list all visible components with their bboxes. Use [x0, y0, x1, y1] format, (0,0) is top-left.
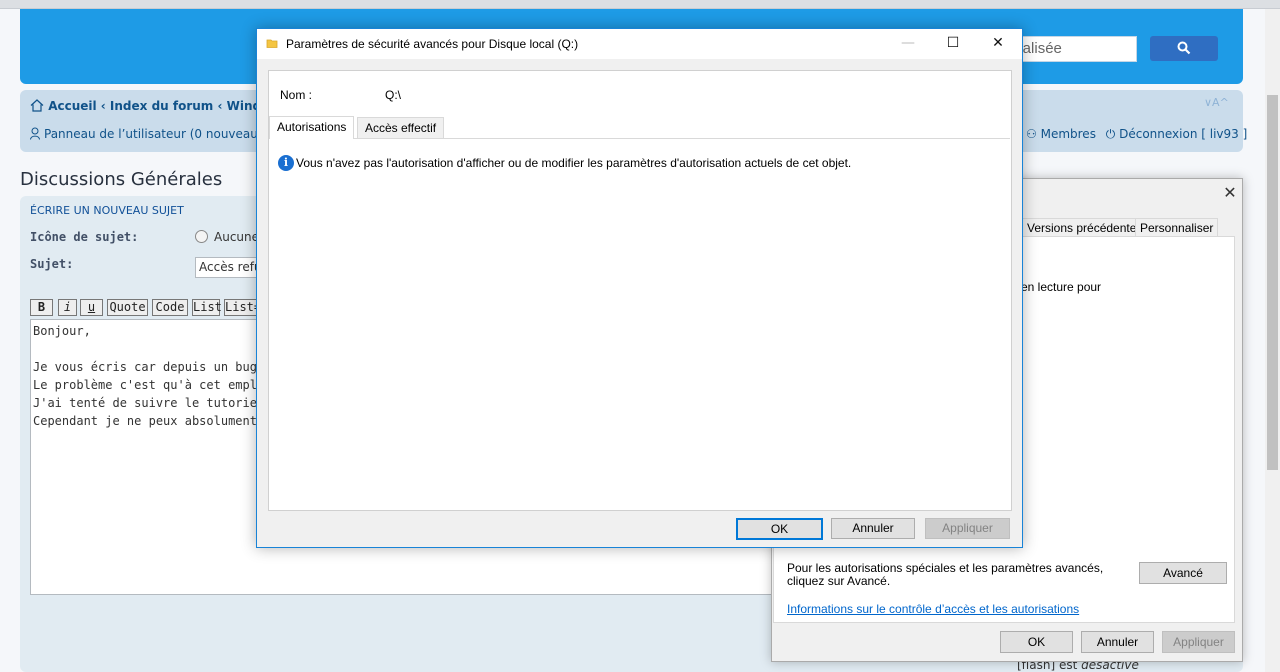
editor-line: Le problème c'est qu'à cet emplaceme: [33, 378, 294, 392]
maximize-icon: ☐: [946, 35, 960, 51]
editor-line: Bonjour,: [33, 324, 91, 338]
advanced-button[interactable]: Avancé: [1139, 562, 1227, 584]
tab-customize[interactable]: Personnaliser: [1135, 218, 1219, 237]
properties-apply-button[interactable]: Appliquer: [1162, 631, 1235, 653]
name-value: Q:\: [385, 88, 402, 102]
bbcode-italic-button[interactable]: i: [58, 299, 77, 316]
usermenu-right: ⚇ Membres ⏻ Déconnexion [ liv93 ]: [1026, 127, 1247, 142]
tab-effective-access[interactable]: Accès effectif: [357, 117, 445, 138]
advanced-ok-button[interactable]: OK: [736, 518, 823, 540]
advanced-security-title: Paramètres de sécurité avancés pour Disq…: [286, 37, 579, 51]
advanced-hint-text: Pour les autorisations spéciales et les …: [787, 561, 1104, 588]
post-form-legend: ÉCRIRE UN NOUVEAU SUJET: [30, 204, 184, 217]
subject-label: Sujet:: [30, 257, 74, 271]
topic-icon-radio-none[interactable]: [195, 230, 208, 243]
topic-icon-radio-label: Aucune: [214, 230, 260, 244]
properties-close-button[interactable]: ✕: [1220, 183, 1240, 203]
members-icon: ⚇: [1026, 127, 1037, 141]
bbcode-quote-button[interactable]: Quote: [107, 299, 148, 316]
no-permission-message: Vous n'avez pas l'autorisation d'affiche…: [296, 156, 852, 170]
user-icon: [30, 127, 40, 140]
home-icon: [30, 99, 44, 112]
topic-icon-label: Icône de sujet:: [30, 230, 139, 244]
maximize-button[interactable]: ☐: [930, 29, 976, 58]
close-icon: ✕: [992, 35, 1004, 51]
bbcode-list-button[interactable]: List: [192, 299, 222, 316]
access-control-info-link[interactable]: Informations sur le contrôle d’accès et …: [787, 602, 1079, 616]
page-scrollbar-thumb[interactable]: [1267, 95, 1278, 470]
properties-ok-button[interactable]: OK: [1000, 631, 1073, 653]
browser-top-strip: [0, 0, 1280, 9]
logout-link[interactable]: Déconnexion [ liv93 ]: [1119, 127, 1247, 141]
bbcode-underline-button[interactable]: u: [80, 299, 103, 316]
page-title: Discussions Générales: [20, 169, 223, 190]
search-icon: [1177, 41, 1191, 55]
tab-previous-versions[interactable]: Versions précédentes: [1022, 218, 1148, 237]
tab-permissions[interactable]: Autorisations: [269, 116, 355, 139]
name-label: Nom :: [280, 88, 313, 102]
user-control-panel-link[interactable]: Panneau de l’utilisateur (0 nouveau m: [30, 127, 273, 141]
close-button[interactable]: ✕: [975, 29, 1021, 58]
search-button[interactable]: [1150, 36, 1218, 61]
bbcode-bold-button[interactable]: B: [30, 299, 53, 316]
members-link[interactable]: Membres: [1041, 127, 1096, 141]
search-input[interactable]: nnalisée: [1005, 36, 1137, 62]
minimize-icon: —: [901, 35, 915, 51]
properties-cancel-button[interactable]: Annuler: [1081, 631, 1154, 653]
breadcrumb-text[interactable]: Accueil ‹ Index du forum ‹ Window: [48, 99, 280, 113]
editor-line: Cependant je ne peux absolument pas: [33, 414, 286, 428]
power-icon: ⏻: [1105, 127, 1116, 141]
breadcrumb[interactable]: Accueil ‹ Index du forum ‹ Window: [30, 99, 280, 113]
advanced-cancel-button[interactable]: Annuler: [831, 518, 915, 539]
folder-icon: [266, 37, 278, 49]
permissions-partial-text: en lecture pour: [1021, 280, 1102, 294]
advanced-apply-button[interactable]: Appliquer: [925, 518, 1010, 539]
bbcode-code-button[interactable]: Code: [152, 299, 188, 316]
font-size-control[interactable]: ∨A^: [1204, 96, 1229, 109]
user-control-panel-text[interactable]: Panneau de l’utilisateur (0 nouveau m: [44, 127, 273, 141]
info-icon: i: [278, 155, 294, 171]
tab-strip-divider: [269, 138, 1010, 139]
minimize-button[interactable]: —: [885, 29, 931, 58]
